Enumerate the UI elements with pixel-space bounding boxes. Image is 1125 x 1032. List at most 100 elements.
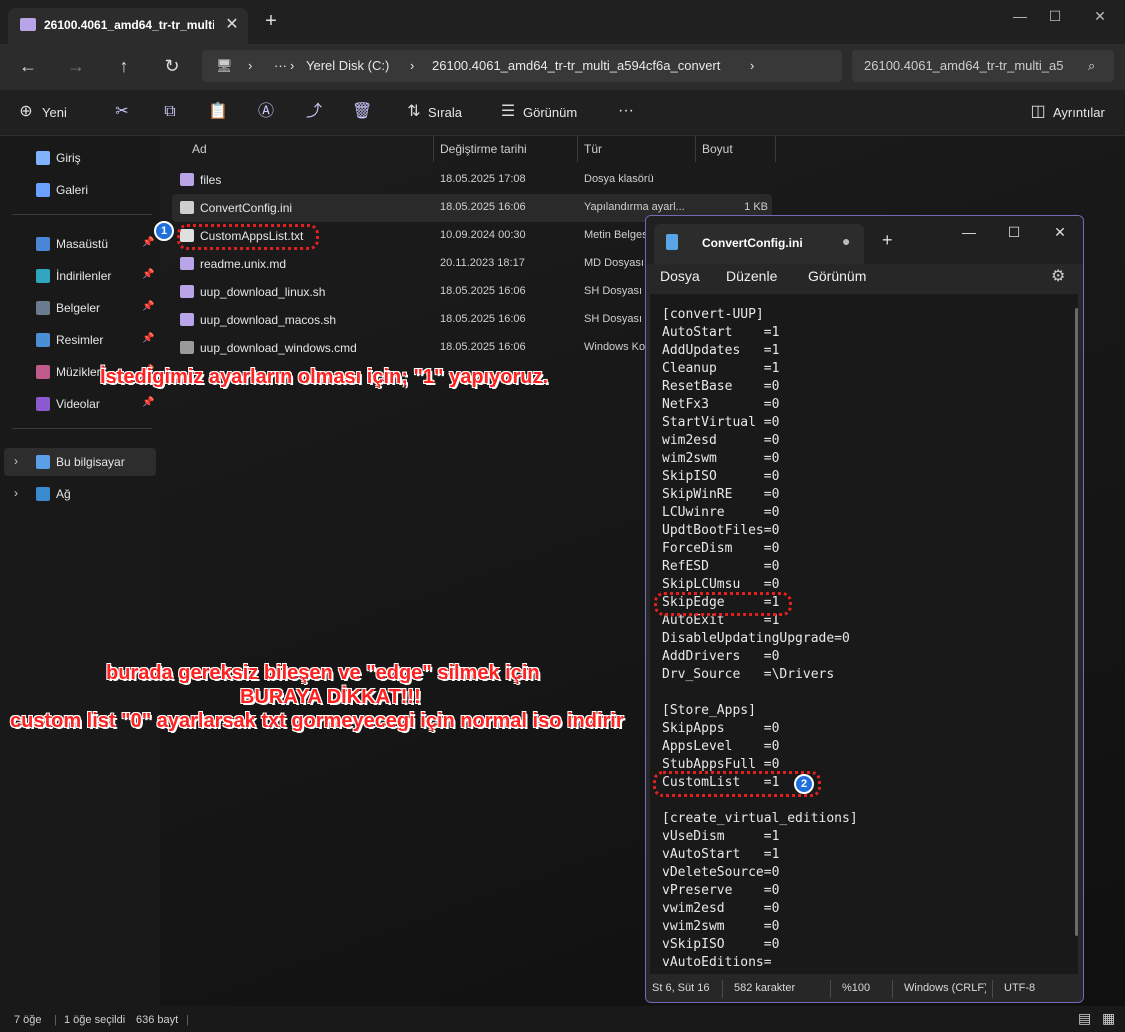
minimize-button[interactable]: — bbox=[1010, 6, 1030, 26]
sidebar-icon bbox=[36, 151, 50, 165]
line-ending[interactable]: Windows (CRLF) bbox=[904, 982, 986, 994]
unsaved-indicator-icon: ● bbox=[842, 233, 851, 249]
sidebar-tree-item-1[interactable]: › Ağ bbox=[4, 480, 156, 508]
notepad-minimize-button[interactable]: — bbox=[959, 222, 979, 242]
sidebar-item-label: Galeri bbox=[56, 183, 89, 197]
sidebar-item-0[interactable]: Giriş bbox=[4, 144, 156, 172]
column-header-name[interactable]: Ad bbox=[186, 136, 434, 162]
details-button[interactable]: Ayrıntılar bbox=[1053, 105, 1105, 127]
step-badge-2: 2 bbox=[794, 774, 814, 794]
copy-icon[interactable]: ⧉ bbox=[160, 102, 180, 122]
pin-icon[interactable]: 📌 bbox=[142, 301, 154, 312]
notepad-close-button[interactable]: ✕ bbox=[1050, 222, 1070, 242]
sidebar-tree-item-0[interactable]: › Bu bilgisayar bbox=[4, 448, 156, 476]
encoding[interactable]: UTF-8 bbox=[1004, 982, 1035, 994]
view-icon: ☰ bbox=[500, 103, 516, 120]
notepad-tab[interactable]: ConvertConfig.ini ● bbox=[654, 224, 864, 264]
menu-edit[interactable]: Düzenle bbox=[726, 268, 777, 284]
view-button[interactable]: Görünüm bbox=[523, 105, 577, 127]
sidebar-pinned-item-3[interactable]: Resimler 📌 bbox=[4, 326, 156, 354]
share-icon[interactable]: ⤴ bbox=[304, 102, 324, 122]
expand-chevron-icon[interactable]: › bbox=[14, 454, 18, 468]
search-placeholder: 26100.4061_amd64_tr-tr_multi_a5 bbox=[864, 58, 1064, 73]
file-date: 18.05.2025 16:06 bbox=[440, 285, 526, 297]
sidebar-item-label: Müzikler bbox=[56, 365, 101, 379]
expand-chevron-icon[interactable]: › bbox=[14, 486, 18, 500]
editor-text[interactable]: [convert-UUP] AutoStart =1 AddUpdates =1… bbox=[662, 306, 1072, 972]
sidebar-item-label: Belgeler bbox=[56, 301, 101, 315]
close-button[interactable]: ✕ bbox=[1090, 6, 1110, 26]
sidebar-pinned-item-0[interactable]: Masaüstü 📌 bbox=[4, 230, 156, 258]
breadcrumb-separator: › bbox=[248, 58, 253, 73]
sidebar-item-1[interactable]: Galeri bbox=[4, 176, 156, 204]
sidebar-icon bbox=[36, 487, 50, 501]
forward-button[interactable]: → bbox=[64, 54, 88, 78]
md-file-icon bbox=[180, 257, 194, 270]
annotation-attention: BURAYA DİKKAT!!! bbox=[240, 686, 421, 708]
highlight-skipedge bbox=[654, 592, 792, 616]
new-icon: ⊕ bbox=[19, 103, 33, 120]
maximize-button[interactable]: ☐ bbox=[1045, 6, 1065, 26]
breadcrumb-item-drive[interactable]: Yerel Disk (C:) bbox=[306, 58, 389, 73]
highlight-customappslist bbox=[177, 224, 319, 250]
file-name: ConvertConfig.ini bbox=[200, 201, 293, 215]
sidebar-divider bbox=[12, 428, 152, 429]
notepad-status-bar: St 6, Süt 16 582 karakter %100 Windows (… bbox=[646, 976, 1083, 1002]
folder-icon bbox=[36, 301, 50, 315]
address-bar[interactable]: 🖥 › ··· › Yerel Disk (C:) › 26100.4061_a… bbox=[202, 50, 842, 82]
up-button[interactable]: ↑ bbox=[112, 54, 136, 78]
breadcrumb-more[interactable]: ··· bbox=[274, 58, 287, 73]
column-header-size[interactable]: Boyut bbox=[696, 136, 776, 162]
file-row[interactable]: files 18.05.2025 17:08 Dosya klasörü bbox=[172, 166, 772, 194]
new-button[interactable]: Yeni bbox=[42, 105, 67, 127]
explorer-tab[interactable]: 26100.4061_amd64_tr-tr_multi_ ✕ bbox=[8, 8, 248, 44]
details-view-icon[interactable]: ▤ bbox=[1078, 1010, 1091, 1027]
file-name: uup_download_macos.sh bbox=[200, 313, 337, 327]
menu-file[interactable]: Dosya bbox=[660, 268, 700, 284]
new-tab-button[interactable]: + bbox=[262, 11, 280, 32]
notepad-titlebar: ConvertConfig.ini ● + — ☐ ✕ bbox=[646, 216, 1083, 264]
notepad-tab-title: ConvertConfig.ini bbox=[702, 236, 803, 250]
folder-icon bbox=[36, 237, 50, 251]
notepad-editor[interactable]: [convert-UUP] AutoStart =1 AddUpdates =1… bbox=[650, 294, 1078, 974]
annotation-edge-note: burada gereksiz bileşen ve "edge" silmek… bbox=[106, 662, 540, 684]
column-header-date[interactable]: Değiştirme tarihi bbox=[434, 136, 578, 162]
file-date: 18.05.2025 17:08 bbox=[440, 173, 526, 185]
pin-icon[interactable]: 📌 bbox=[142, 269, 154, 280]
notepad-maximize-button[interactable]: ☐ bbox=[1004, 222, 1024, 242]
close-tab-icon[interactable]: ✕ bbox=[224, 14, 240, 33]
file-name: files bbox=[200, 173, 222, 187]
sh-file-icon bbox=[180, 313, 194, 326]
paste-icon[interactable]: 📋 bbox=[208, 102, 228, 122]
sidebar-pinned-item-5[interactable]: Videolar 📌 bbox=[4, 390, 156, 418]
pin-icon[interactable]: 📌 bbox=[142, 333, 154, 344]
cut-icon[interactable]: ✂ bbox=[112, 102, 132, 122]
folder-icon bbox=[36, 333, 50, 347]
refresh-button[interactable]: ↻ bbox=[160, 54, 184, 78]
status-separator: | bbox=[186, 1014, 189, 1026]
file-date: 18.05.2025 16:06 bbox=[440, 341, 526, 353]
sidebar-pinned-item-2[interactable]: Belgeler 📌 bbox=[4, 294, 156, 322]
folder-icon bbox=[36, 269, 50, 283]
menu-view[interactable]: Görünüm bbox=[808, 268, 866, 284]
delete-icon[interactable]: 🗑 bbox=[352, 102, 372, 122]
sidebar-icon bbox=[36, 183, 50, 197]
ini-file-icon bbox=[180, 201, 194, 214]
breadcrumb-item-folder[interactable]: 26100.4061_amd64_tr-tr_multi_a594cf6a_co… bbox=[432, 58, 720, 73]
settings-gear-icon[interactable]: ⚙ bbox=[1051, 266, 1065, 286]
tiles-view-icon[interactable]: ▦ bbox=[1102, 1010, 1115, 1027]
back-button[interactable]: ← bbox=[16, 54, 40, 78]
file-name: uup_download_windows.cmd bbox=[200, 341, 357, 355]
column-header-type[interactable]: Tür bbox=[578, 136, 696, 162]
search-input[interactable]: 26100.4061_amd64_tr-tr_multi_a5 ⌕ bbox=[852, 50, 1114, 82]
sidebar-pinned-item-1[interactable]: İndirilenler 📌 bbox=[4, 262, 156, 290]
sort-button[interactable]: Sırala bbox=[428, 105, 462, 127]
zoom-level[interactable]: %100 bbox=[842, 982, 870, 994]
pin-icon[interactable]: 📌 bbox=[142, 397, 154, 408]
pin-icon[interactable]: 📌 bbox=[142, 237, 154, 248]
cmd-file-icon bbox=[180, 341, 194, 354]
more-options-button[interactable]: ··· bbox=[618, 102, 634, 124]
notepad-new-tab-button[interactable]: + bbox=[882, 230, 893, 251]
rename-icon[interactable]: Ⓐ bbox=[256, 102, 276, 122]
vertical-scrollbar[interactable] bbox=[1075, 308, 1078, 936]
